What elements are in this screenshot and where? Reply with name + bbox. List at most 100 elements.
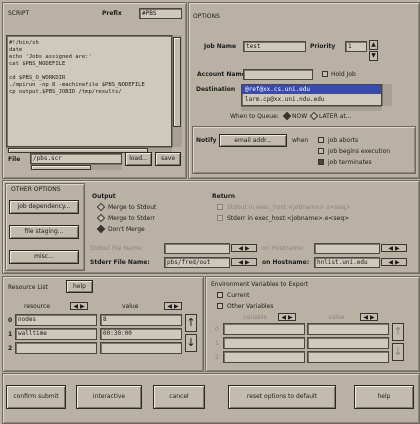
- env-current-label: Current: [227, 292, 250, 299]
- value-col-scroll-icon[interactable]: ◀ ▶: [164, 302, 182, 310]
- env-scroll-up-icon[interactable]: ↑: [392, 323, 404, 341]
- script-line: cp output.$PBS_JOBID /tmp/results/: [9, 89, 122, 95]
- script-text: #!/bin/sh date echo 'Jobs assigned are:' ca…: [9, 40, 145, 96]
- value-cell[interactable]: [100, 342, 182, 354]
- email-addr-button[interactable]: email addr...: [219, 134, 287, 147]
- resource-col-scroll-icon[interactable]: ◀ ▶: [70, 302, 88, 310]
- resource-help-button[interactable]: help: [66, 280, 93, 293]
- env-row-index: 0: [215, 326, 219, 333]
- destination-item-0[interactable]: @ref@xx.cs.uni.edu: [242, 85, 381, 94]
- return-stdout-checkbox[interactable]: [217, 204, 223, 210]
- env-col-variable: variable: [243, 314, 268, 321]
- env-value-cell[interactable]: [307, 323, 389, 335]
- when-queue-label: When to Queue:: [230, 113, 279, 120]
- value-cell[interactable]: 8: [100, 314, 182, 326]
- file-field[interactable]: /pbs.scr: [30, 153, 122, 164]
- priority-down-icon[interactable]: ▼: [369, 51, 378, 61]
- prefix-field[interactable]: #PBS: [139, 8, 182, 19]
- options-title: OPTIONS: [193, 13, 220, 20]
- notify-terminate-checkbox[interactable]: [318, 159, 324, 165]
- load-button[interactable]: load...: [125, 152, 152, 166]
- stdout-host-scroll-icon[interactable]: ◀ ▶: [381, 244, 407, 252]
- file-staging-button[interactable]: file staging...: [9, 225, 79, 239]
- stdout-host-field[interactable]: [314, 243, 380, 254]
- script-line: echo 'Jobs assigned are:': [9, 54, 92, 60]
- return-stderr-checkbox[interactable]: [217, 215, 223, 221]
- prefix-label: Prefix: [102, 10, 122, 17]
- env-col-value: value: [328, 314, 345, 321]
- hold-job-checkbox[interactable]: [322, 71, 328, 77]
- script-line: ./mpirun -np 8 -machinefile $PBS_NODEFIL…: [9, 82, 145, 88]
- env-scroll-down-icon[interactable]: ↓: [392, 343, 404, 361]
- stdout-host-label: on Hostname:: [262, 245, 305, 252]
- env-var-col-scroll-icon[interactable]: ◀ ▶: [278, 313, 296, 321]
- env-variable-cell[interactable]: [223, 337, 305, 349]
- interactive-button[interactable]: interactive: [76, 385, 142, 409]
- priority-label: Priority: [310, 43, 336, 50]
- notify-abort-checkbox[interactable]: [318, 137, 324, 143]
- stderr-file-field[interactable]: pbs/fred/out: [164, 257, 230, 268]
- when-now-label: NOW: [292, 113, 308, 120]
- merge-stderr-label: Merge to Stderr: [108, 215, 156, 222]
- env-other-checkbox[interactable]: [217, 303, 223, 309]
- resource-col-header: resource: [24, 303, 50, 310]
- reset-options-button[interactable]: reset options to default: [228, 385, 336, 409]
- env-vars-title: Environment Variables to Export: [211, 281, 309, 288]
- destination-item-1[interactable]: larm.cp@xx.uni.ndu.edu: [245, 95, 324, 104]
- when-later-label: LATER at...: [319, 113, 352, 120]
- hold-job-label: Hold Job: [331, 71, 356, 78]
- script-line: [9, 68, 145, 75]
- value-cell[interactable]: 00:30:00: [100, 328, 182, 340]
- stdout-file-label: Stdout File Name:: [90, 245, 144, 252]
- env-other-label: Other Variables: [227, 303, 274, 310]
- resource-cell[interactable]: walltime: [15, 328, 97, 340]
- priority-up-icon[interactable]: ▲: [369, 40, 378, 50]
- output-title: Output: [92, 193, 116, 200]
- job-name-label: Job Name: [204, 43, 237, 50]
- account-label: Account Name: [197, 71, 246, 78]
- env-variable-cell[interactable]: [223, 351, 305, 363]
- file-hscroll-thumb[interactable]: [31, 165, 91, 170]
- env-row-index: 1: [215, 340, 219, 347]
- resource-row-index: 2: [8, 345, 13, 352]
- destination-hscrollbar[interactable]: [241, 106, 382, 111]
- job-dependency-button[interactable]: job dependency...: [9, 200, 79, 214]
- destination-scrollbar[interactable]: [382, 84, 392, 106]
- stderr-host-label: on Hostname:: [262, 259, 310, 266]
- notify-abort-label: job aborts: [328, 137, 359, 144]
- stderr-host-scroll-icon[interactable]: ◀ ▶: [381, 258, 407, 266]
- notify-terminate-label: job terminates: [328, 159, 372, 166]
- return-title: Return: [212, 193, 236, 200]
- stdout-file-field[interactable]: [164, 243, 230, 254]
- resource-cell[interactable]: [15, 342, 97, 354]
- env-current-checkbox[interactable]: [217, 292, 223, 298]
- resource-scroll-down-icon[interactable]: ↓: [185, 334, 197, 352]
- script-line: cd $PBS_O_WORKDIR: [9, 75, 66, 81]
- resource-cell[interactable]: nodes: [15, 314, 97, 326]
- help-button[interactable]: help: [354, 385, 414, 409]
- stdout-file-scroll-icon[interactable]: ◀ ▶: [231, 244, 257, 252]
- resource-row-index: 0: [8, 317, 13, 324]
- resource-scroll-up-icon[interactable]: ↑: [185, 314, 197, 332]
- stderr-file-scroll-icon[interactable]: ◀ ▶: [231, 258, 257, 266]
- script-vscroll-thumb[interactable]: [173, 37, 181, 127]
- confirm-submit-button[interactable]: confirm submit: [6, 385, 66, 409]
- stderr-host-field[interactable]: hnlist.uni.edu: [314, 257, 380, 268]
- env-row-index: 2: [215, 354, 219, 361]
- save-button[interactable]: save: [155, 152, 181, 166]
- env-variable-cell[interactable]: [223, 323, 305, 335]
- env-value-cell[interactable]: [307, 337, 389, 349]
- account-field[interactable]: [243, 69, 313, 80]
- script-line: cat $PBS_NODEFILE: [9, 61, 66, 67]
- misc-button[interactable]: misc...: [9, 250, 79, 264]
- return-stderr-label: Stderr in exec_host:<jobname>.e<seq>: [227, 215, 350, 222]
- script-line: #!/bin/sh: [9, 40, 39, 46]
- cancel-button[interactable]: cancel: [153, 385, 205, 409]
- job-name-field[interactable]: test: [243, 41, 306, 52]
- other-options-title: OTHER OPTIONS: [11, 186, 61, 193]
- priority-field[interactable]: 1: [345, 41, 367, 52]
- notify-begin-checkbox[interactable]: [318, 148, 324, 154]
- env-value-cell[interactable]: [307, 351, 389, 363]
- stderr-file-label: Stderr File Name:: [90, 259, 150, 266]
- env-val-col-scroll-icon[interactable]: ◀ ▶: [360, 313, 378, 321]
